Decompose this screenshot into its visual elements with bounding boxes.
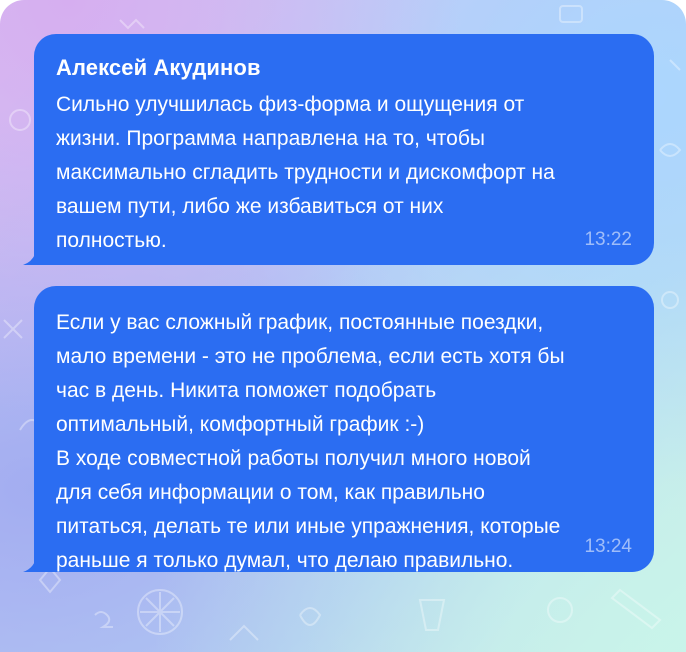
- message-bubble[interactable]: Если у вас сложный график, постоянные по…: [34, 286, 654, 572]
- sender-name[interactable]: Алексей Акудинов: [56, 54, 632, 82]
- message-text: Если у вас сложный график, постоянные по…: [56, 311, 565, 572]
- message-timestamp: 13:22: [584, 229, 632, 250]
- message-timestamp: 13:24: [584, 536, 632, 557]
- chat-background: Алексей Акудинов Сильно улучшилась физ-ф…: [0, 0, 686, 652]
- message-text: Сильно улучшилась физ-форма и ощущения о…: [56, 93, 555, 252]
- message-bubble[interactable]: Алексей Акудинов Сильно улучшилась физ-ф…: [34, 34, 654, 265]
